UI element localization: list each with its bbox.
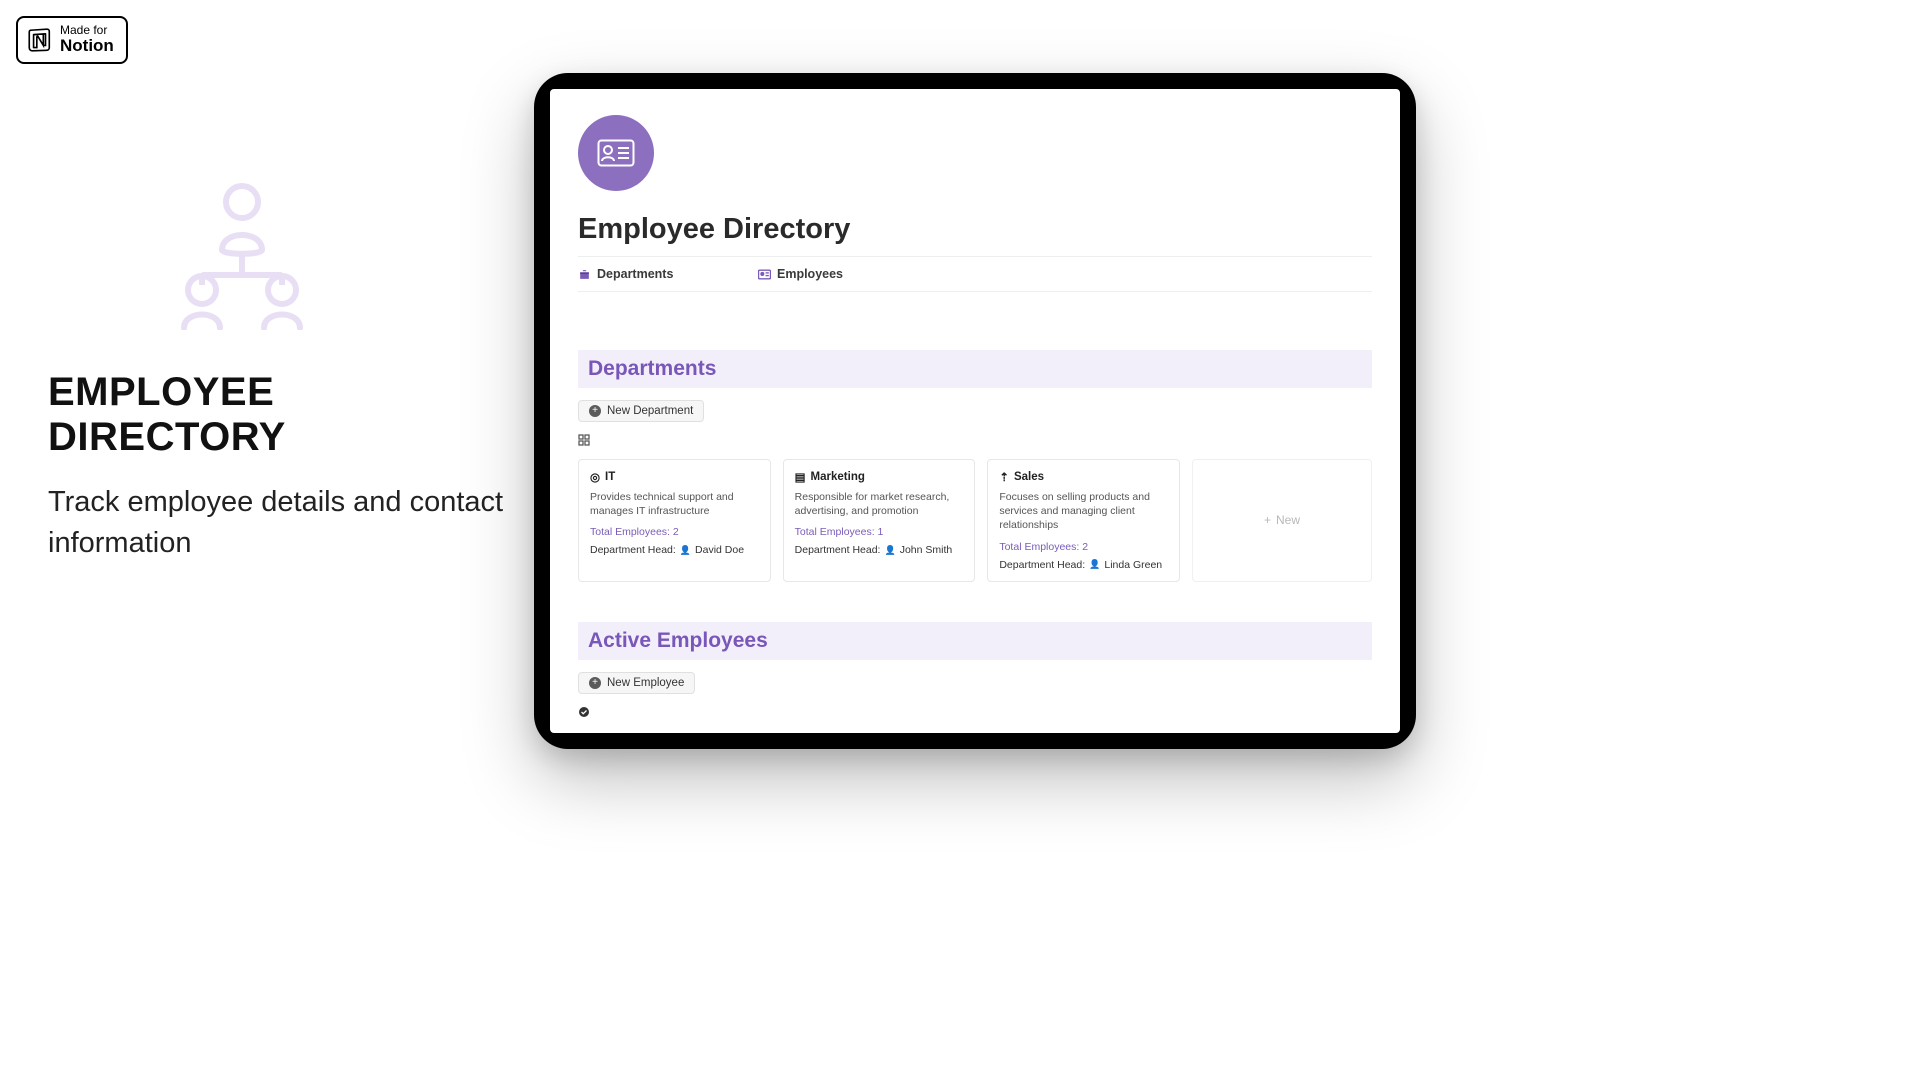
page-nav-links: Departments Employees — [578, 256, 1372, 292]
check-filter-icon[interactable] — [578, 706, 1372, 721]
badge-brand-label: Notion — [60, 37, 114, 56]
card-description: Provides technical support and manages I… — [590, 490, 759, 518]
new-employee-label: New Employee — [607, 677, 684, 689]
card-name: IT — [605, 471, 615, 483]
new-employee-button[interactable]: + New Employee — [578, 672, 695, 694]
plus-circle-icon: + — [589, 677, 601, 689]
page-title: Employee Directory — [578, 213, 1372, 246]
promo-column: EMPLOYEE DIRECTORY Track employee detail… — [48, 180, 508, 563]
new-card-label: New — [1276, 513, 1300, 527]
department-cards: ◎ IT Provides technical support and mana… — [578, 459, 1372, 582]
department-card-sales[interactable]: ⇡ Sales Focuses on selling products and … — [987, 459, 1180, 582]
section-heading-departments: Departments — [578, 350, 1372, 388]
card-name: Marketing — [811, 471, 865, 483]
card-department-head: Department Head: 👤 John Smith — [795, 544, 964, 556]
tablet-mockup: Employee Directory Departments Employees — [534, 73, 1416, 749]
gallery-view-icon[interactable] — [578, 434, 1372, 449]
card-description: Focuses on selling products and services… — [999, 490, 1168, 533]
promo-title: EMPLOYEE DIRECTORY — [48, 370, 508, 460]
person-icon: 👤 — [884, 545, 895, 556]
made-for-notion-badge: Made for Notion — [16, 16, 128, 64]
card-total-employees: Total Employees: 2 — [590, 526, 759, 538]
nav-link-label: Employees — [777, 267, 843, 281]
person-icon: 👤 — [680, 545, 691, 556]
department-card-marketing[interactable]: ▤ Marketing Responsible for market resea… — [783, 459, 976, 582]
notion-page-screen: Employee Directory Departments Employees — [550, 89, 1400, 733]
card-department-head: Department Head: 👤 Linda Green — [999, 559, 1168, 571]
card-total-employees: Total Employees: 2 — [999, 541, 1168, 553]
card-description: Responsible for market research, adverti… — [795, 490, 964, 518]
nav-link-departments[interactable]: Departments — [578, 267, 758, 281]
promo-subtitle: Track employee details and contact infor… — [48, 482, 508, 563]
card-icon: ▤ — [795, 470, 806, 484]
card-name: Sales — [1014, 471, 1044, 483]
org-chart-icon — [162, 180, 508, 330]
nav-link-employees[interactable]: Employees — [758, 267, 938, 281]
plus-icon: + — [1264, 513, 1271, 527]
plus-circle-icon: + — [589, 405, 601, 417]
notion-logo-icon — [26, 27, 52, 53]
person-icon: 👤 — [1089, 559, 1100, 570]
card-total-employees: Total Employees: 1 — [795, 526, 964, 538]
id-card-icon — [758, 268, 771, 281]
page-icon-id-card[interactable] — [578, 115, 654, 191]
card-department-head: Department Head: 👤 David Doe — [590, 544, 759, 556]
department-card-it[interactable]: ◎ IT Provides technical support and mana… — [578, 459, 771, 582]
card-icon: ⇡ — [999, 470, 1009, 484]
nav-link-label: Departments — [597, 267, 673, 281]
new-department-card[interactable]: + New — [1192, 459, 1372, 582]
section-heading-active-employees: Active Employees — [578, 622, 1372, 660]
card-icon: ◎ — [590, 470, 600, 484]
new-department-label: New Department — [607, 405, 693, 417]
briefcase-icon — [578, 268, 591, 281]
employees-group-header[interactable]: Employees — [578, 731, 1372, 733]
new-department-button[interactable]: + New Department — [578, 400, 704, 422]
